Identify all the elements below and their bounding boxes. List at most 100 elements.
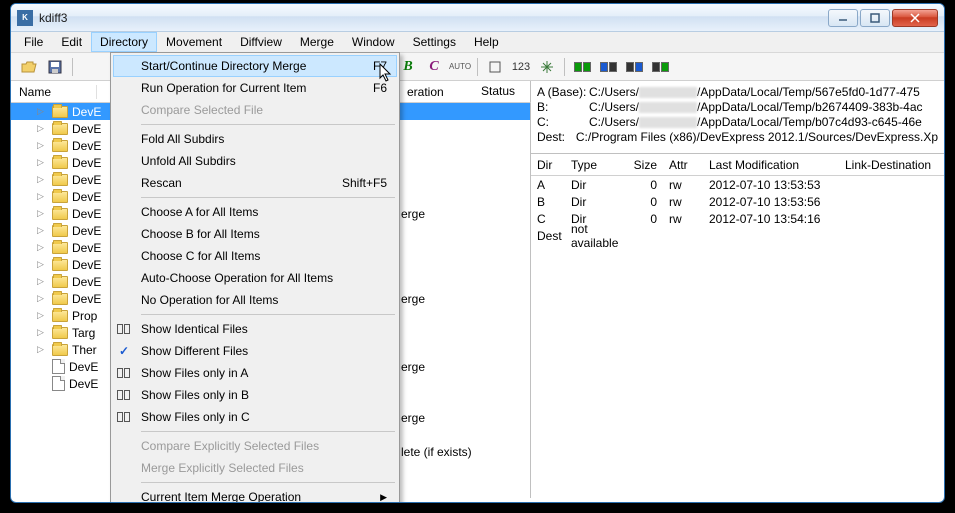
- column-status[interactable]: Status: [481, 84, 515, 98]
- expand-icon[interactable]: ▷: [35, 242, 46, 253]
- menu-item[interactable]: Unfold All Subdirs: [113, 150, 397, 172]
- close-button[interactable]: [892, 9, 938, 27]
- arrows-button[interactable]: [535, 56, 559, 78]
- cell-type: Dir: [565, 178, 619, 192]
- menu-item[interactable]: Show Files only in B: [113, 384, 397, 406]
- show-b-only-button[interactable]: [622, 56, 646, 78]
- detail-table: Dir Type Size Attr Last Modification Lin…: [531, 153, 944, 244]
- menu-separator: [141, 314, 395, 315]
- menu-item[interactable]: Auto-Choose Operation for All Items: [113, 267, 397, 289]
- menu-file[interactable]: File: [15, 32, 52, 52]
- expand-icon[interactable]: ▷: [35, 344, 46, 355]
- menu-item[interactable]: ✓Show Different Files: [113, 340, 397, 362]
- tree-item-label: DevE: [72, 122, 101, 136]
- menu-item[interactable]: Choose A for All Items: [113, 201, 397, 223]
- menu-item[interactable]: Show Identical Files: [113, 318, 397, 340]
- path-list: A (Base):C:/Users//AppData/Local/Temp/56…: [531, 81, 944, 149]
- expand-icon[interactable]: ▷: [35, 276, 46, 287]
- expand-icon[interactable]: ▷: [35, 327, 46, 338]
- menu-item[interactable]: No Operation for All Items: [113, 289, 397, 311]
- menu-window[interactable]: Window: [343, 32, 404, 52]
- cell-attr: rw: [663, 178, 703, 192]
- expand-icon[interactable]: ▷: [35, 174, 46, 185]
- maximize-button[interactable]: [860, 9, 890, 27]
- menu-help[interactable]: Help: [465, 32, 508, 52]
- expand-icon[interactable]: [35, 361, 46, 372]
- cell-mod: 2012-07-10 13:53:56: [703, 195, 839, 209]
- path-row: A (Base):C:/Users//AppData/Local/Temp/56…: [537, 85, 938, 99]
- col-link[interactable]: Link-Destination: [839, 158, 944, 172]
- folder-icon: [52, 293, 68, 305]
- expand-icon[interactable]: ▷: [35, 208, 46, 219]
- menu-item-label: Merge Explicitly Selected Files: [141, 461, 304, 475]
- cell-attr: rw: [663, 212, 703, 226]
- show-identical-button[interactable]: [570, 56, 594, 78]
- menu-item-label: Choose A for All Items: [141, 205, 258, 219]
- menu-merge[interactable]: Merge: [291, 32, 343, 52]
- menu-item[interactable]: Show Files only in A: [113, 362, 397, 384]
- square-button[interactable]: [483, 56, 507, 78]
- menu-item[interactable]: Choose B for All Items: [113, 223, 397, 245]
- auto-button[interactable]: AUTO: [448, 56, 472, 78]
- menu-movement[interactable]: Movement: [157, 32, 231, 52]
- expand-icon[interactable]: ▷: [35, 106, 46, 117]
- col-type[interactable]: Type: [565, 158, 619, 172]
- check-icon: ✓: [119, 344, 129, 358]
- menu-item[interactable]: Show Files only in C: [113, 406, 397, 428]
- col-dir[interactable]: Dir: [531, 158, 565, 172]
- menu-icon: [117, 412, 130, 422]
- col-attr[interactable]: Attr: [663, 158, 703, 172]
- expand-icon[interactable]: ▷: [35, 157, 46, 168]
- column-name[interactable]: Name: [11, 85, 97, 99]
- menubar: FileEditDirectoryMovementDiffviewMergeWi…: [11, 32, 944, 53]
- col-size[interactable]: Size: [619, 158, 663, 172]
- folder-icon: [52, 140, 68, 152]
- tree-item-label: DevE: [72, 292, 101, 306]
- col-mod[interactable]: Last Modification: [703, 158, 839, 172]
- submenu-arrow-icon: ▶: [380, 492, 387, 503]
- expand-icon[interactable]: ▷: [35, 225, 46, 236]
- cell-mod: 2012-07-10 13:54:16: [703, 212, 839, 226]
- window-title: kdiff3: [39, 11, 826, 25]
- expand-icon[interactable]: ▷: [35, 310, 46, 321]
- cell-dir: C: [531, 212, 565, 226]
- open-icon[interactable]: [17, 56, 41, 78]
- menu-settings[interactable]: Settings: [404, 32, 465, 52]
- expand-icon[interactable]: ▷: [35, 293, 46, 304]
- detail-header: Dir Type Size Attr Last Modification Lin…: [531, 154, 944, 176]
- menu-item[interactable]: Start/Continue Directory MergeF7: [113, 55, 397, 77]
- menu-item[interactable]: Fold All Subdirs: [113, 128, 397, 150]
- menu-item[interactable]: Run Operation for Current ItemF6: [113, 77, 397, 99]
- menu-shortcut: F6: [373, 81, 387, 95]
- line-numbers-button[interactable]: 123: [509, 56, 533, 78]
- menu-separator: [141, 124, 395, 125]
- menu-diffview[interactable]: Diffview: [231, 32, 291, 52]
- expand-icon[interactable]: ▷: [35, 191, 46, 202]
- menu-shortcut: Shift+F5: [342, 176, 387, 190]
- menu-directory[interactable]: Directory: [91, 32, 157, 52]
- menu-item[interactable]: Choose C for All Items: [113, 245, 397, 267]
- menu-edit[interactable]: Edit: [52, 32, 91, 52]
- tree-item-label: DevE: [72, 241, 101, 255]
- file-icon: [52, 376, 65, 391]
- menu-item-label: Auto-Choose Operation for All Items: [141, 271, 333, 285]
- expand-icon[interactable]: ▷: [35, 123, 46, 134]
- expand-icon[interactable]: ▷: [35, 259, 46, 270]
- menu-item[interactable]: RescanShift+F5: [113, 172, 397, 194]
- choose-c-button[interactable]: C: [422, 56, 446, 78]
- expand-icon[interactable]: [35, 378, 46, 389]
- detail-panel: A (Base):C:/Users//AppData/Local/Temp/56…: [531, 81, 944, 498]
- tree-item-label: DevE: [72, 224, 101, 238]
- menu-item[interactable]: Current Item Merge Operation▶: [113, 486, 397, 503]
- cell-dir: B: [531, 195, 565, 209]
- detail-row: Destnot available: [531, 227, 944, 244]
- show-c-only-button[interactable]: [648, 56, 672, 78]
- expand-icon[interactable]: ▷: [35, 140, 46, 151]
- cell-dir: A: [531, 178, 565, 192]
- show-a-only-button[interactable]: [596, 56, 620, 78]
- save-icon[interactable]: [43, 56, 67, 78]
- toolbar-separator: [564, 58, 565, 76]
- menu-item-label: No Operation for All Items: [141, 293, 278, 307]
- minimize-button[interactable]: [828, 9, 858, 27]
- folder-icon: [52, 157, 68, 169]
